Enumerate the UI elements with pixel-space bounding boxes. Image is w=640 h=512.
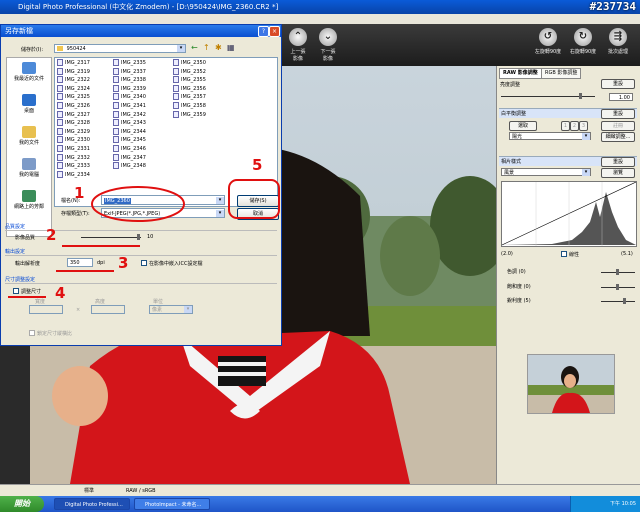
annotation-box-save — [228, 179, 280, 219]
annotation-layer — [8, 179, 280, 298]
annotation-1: 1 — [74, 184, 85, 202]
annotation-ellipse-filename — [91, 186, 185, 222]
annotation-2: 2 — [46, 226, 57, 244]
annotation-4: 4 — [55, 284, 66, 302]
annotation-5: 5 — [252, 156, 263, 174]
annotation-3: 3 — [118, 254, 129, 272]
